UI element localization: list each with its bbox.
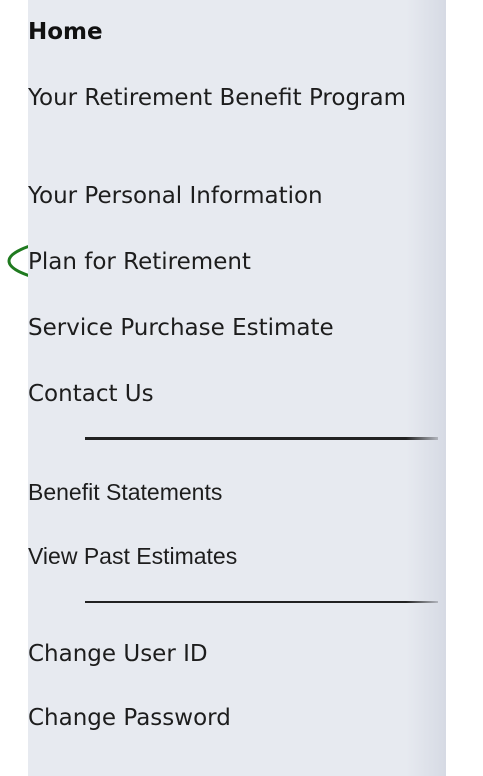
menu-divider [85, 601, 438, 603]
page: Home Your Retirement Benefit Program You… [0, 0, 483, 776]
nav-item-change-password[interactable]: Change Password [28, 702, 438, 734]
nav-item-retirement-benefit-program[interactable]: Your Retirement Benefit Program [28, 82, 438, 114]
nav-item-contact-us[interactable]: Contact Us [28, 378, 438, 410]
sidebar-nav: Home Your Retirement Benefit Program You… [28, 0, 446, 776]
nav-item-change-user-id[interactable]: Change User ID [28, 638, 438, 670]
nav-item-benefit-statements[interactable]: Benefit Statements [28, 476, 438, 508]
nav-item-plan-for-retirement[interactable]: Plan for Retirement [28, 246, 438, 278]
menu-divider [85, 437, 438, 440]
nav-item-personal-information[interactable]: Your Personal Information [28, 180, 438, 212]
nav-item-service-purchase-estimate[interactable]: Service Purchase Estimate [28, 312, 438, 344]
nav-item-view-past-estimates[interactable]: View Past Estimates [28, 540, 438, 572]
nav-menu: Home Your Retirement Benefit Program You… [28, 0, 446, 776]
nav-item-home[interactable]: Home [28, 16, 438, 48]
